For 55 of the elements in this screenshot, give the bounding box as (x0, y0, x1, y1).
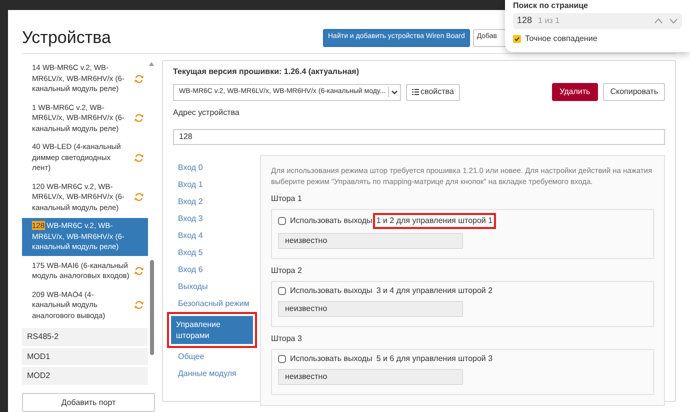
modal-title: Устройства (22, 26, 112, 49)
curtain-checkbox[interactable] (278, 287, 286, 295)
chevron-down-icon (390, 90, 398, 94)
find-title: Поиск по странице (513, 0, 589, 10)
tab[interactable]: Безопасный режим (173, 295, 255, 312)
sync-icon (134, 113, 144, 124)
curtain-label: Использовать выходы (290, 215, 372, 227)
sync-icon (134, 266, 144, 276)
curtain-title: Штора 3 (271, 333, 303, 345)
tab[interactable]: Вход 3 (173, 210, 255, 227)
tab[interactable]: Вход 5 (173, 244, 255, 261)
curtain-status-field: неизвестно (278, 233, 463, 249)
port-item[interactable]: RS485-2 (22, 328, 148, 346)
curtain-checkbox[interactable] (278, 217, 286, 225)
find-field[interactable]: 128 1 из 1 (513, 13, 682, 29)
chevron-up-icon[interactable] (654, 18, 663, 24)
curtain-status-field: неизвестно (278, 369, 463, 385)
curtain-label: Использовать выходы (290, 353, 372, 365)
tab[interactable]: Вход 0 (173, 159, 255, 176)
firmware-version: Текущая версия прошивки: 1.26.4 (актуальная) (173, 66, 360, 78)
port-item[interactable]: MOD1 (22, 348, 148, 366)
curtain-title: Штора 2 (271, 265, 303, 277)
tab[interactable]: Данные модуля (173, 365, 255, 382)
sync-icon (134, 74, 144, 84)
tab[interactable]: Вход 2 (173, 193, 255, 210)
curtain-checkbox[interactable] (278, 355, 286, 363)
curtain-status-field: неизвестно (278, 301, 463, 317)
exact-match-checkbox[interactable] (513, 35, 521, 43)
tab[interactable]: Общее (173, 348, 255, 365)
curtain-label: 3 и 4 для управления шторой 2 (376, 285, 493, 297)
port-item[interactable]: MOD2 (22, 367, 148, 386)
scroll-up-icon[interactable] (149, 62, 154, 66)
tab[interactable]: Вход 4 (173, 227, 255, 244)
tab[interactable]: Вход 1 (173, 176, 255, 193)
curtain-label: 5 и 6 для управления шторой 3 (376, 353, 493, 365)
find-count: 1 из 1 (538, 15, 561, 27)
list-icon (412, 89, 419, 95)
sync-icon (134, 152, 144, 163)
address-field[interactable]: 128 (173, 128, 665, 144)
curtain-title: Штора 1 (271, 193, 303, 205)
properties-button[interactable]: свойства (406, 84, 460, 100)
highlighted-text: 1 и 2 для управления шторой 1 (373, 213, 496, 229)
chevron-down-icon[interactable] (669, 18, 678, 24)
address-label: Адрес устройства (173, 107, 240, 119)
exact-match-label: Точное совпадение (525, 33, 598, 45)
tab[interactable]: Управление шторами (171, 316, 253, 344)
curtain-label: Использовать выходы (290, 285, 372, 297)
sync-icon (134, 192, 144, 202)
delete-button[interactable]: Удалить (552, 83, 598, 101)
sync-icon (134, 300, 144, 310)
copy-button[interactable]: Скопировать (603, 83, 665, 101)
tab[interactable]: Выходы (173, 278, 255, 295)
tab[interactable]: Вход 6 (173, 261, 255, 278)
find-query: 128 (517, 14, 532, 28)
add-port-button[interactable]: Добавить порт (22, 393, 155, 412)
